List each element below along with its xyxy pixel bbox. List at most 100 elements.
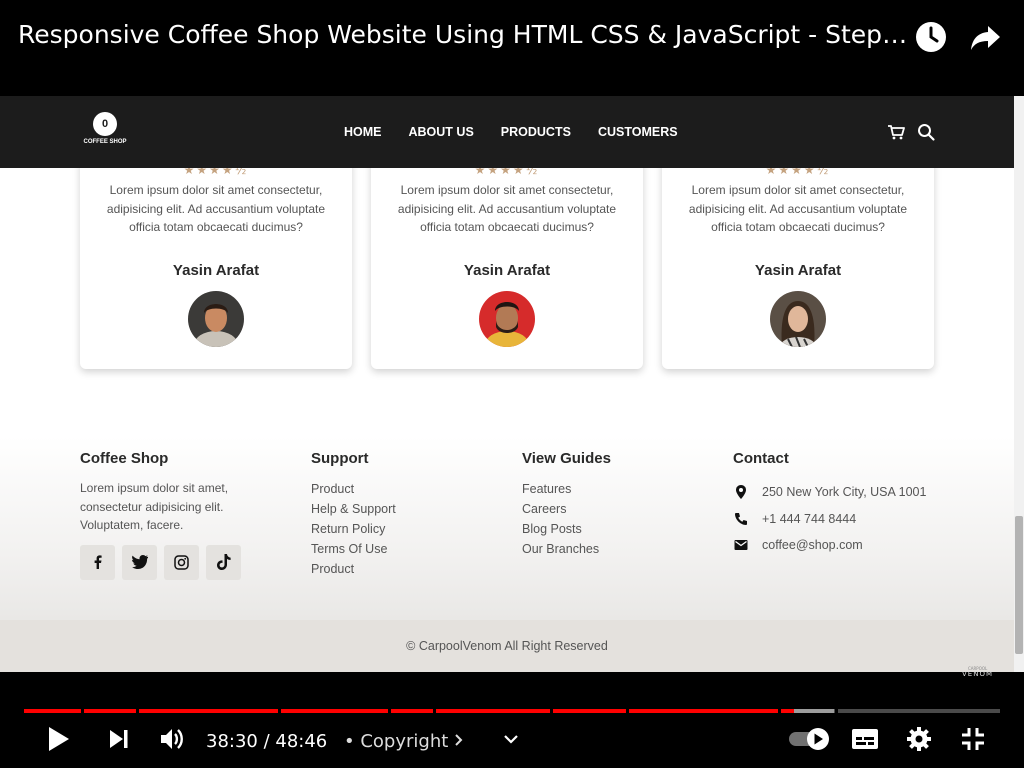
footer-brand-desc: Lorem ipsum dolor sit amet, consectetur … bbox=[80, 481, 229, 532]
progress-played bbox=[24, 709, 795, 713]
social-links bbox=[80, 544, 280, 580]
footer-link-product[interactable]: Product bbox=[311, 479, 491, 499]
chapter-marker bbox=[550, 709, 553, 713]
nav-about-us[interactable]: ABOUT US bbox=[409, 125, 474, 139]
footer-contact-column: Contact 250 New York City, USA 1001 +1 4… bbox=[733, 450, 973, 559]
logo-text: COFFEE SHOP bbox=[83, 139, 127, 145]
footer-link-careers[interactable]: Careers bbox=[522, 499, 702, 519]
footer-guides-column: View Guides Features Careers Blog Posts … bbox=[522, 450, 702, 559]
share-arrow-icon[interactable] bbox=[968, 20, 1002, 54]
chevron-right-icon bbox=[454, 732, 464, 751]
footer-link-product-2[interactable]: Product bbox=[311, 559, 491, 579]
footer-link-return-policy[interactable]: Return Policy bbox=[311, 519, 491, 539]
play-icon bbox=[44, 725, 72, 757]
chevron-down-icon bbox=[502, 730, 520, 752]
subtitles-button[interactable] bbox=[851, 725, 879, 757]
chapter-marker bbox=[136, 709, 139, 713]
autoplay-toggle[interactable] bbox=[788, 725, 832, 757]
copyright-text: © CarpoolVenom All Right Reserved bbox=[406, 639, 608, 653]
footer-link-help-support[interactable]: Help & Support bbox=[311, 499, 491, 519]
chapter-marker bbox=[835, 709, 838, 713]
exit-fullscreen-button[interactable] bbox=[960, 725, 986, 757]
video-title[interactable]: Responsive Coffee Shop Website Using HTM… bbox=[18, 20, 908, 49]
settings-button[interactable] bbox=[906, 725, 932, 757]
nav-customers[interactable]: CUSTOMERS bbox=[598, 125, 678, 139]
next-icon bbox=[106, 726, 132, 756]
video-frame[interactable]: 0 COFFEE SHOP HOME ABOUT US PRODUCTS CUS… bbox=[0, 96, 1014, 672]
autoplay-toggle-icon bbox=[788, 727, 832, 755]
search-icon[interactable] bbox=[916, 122, 936, 142]
chapter-marker bbox=[778, 709, 781, 713]
mail-icon bbox=[733, 537, 749, 553]
review-text: Lorem ipsum dolor sit amet consectetur, … bbox=[106, 183, 326, 234]
time-text: 38:30 / 48:46 bbox=[206, 730, 328, 752]
contact-address: 250 New York City, USA 1001 bbox=[733, 479, 973, 506]
scrollbar-thumb[interactable] bbox=[1015, 516, 1023, 654]
footer-support-heading: Support bbox=[311, 450, 369, 467]
review-card: ★★★★½ Lorem ipsum dolor sit amet consect… bbox=[662, 156, 934, 369]
copyright-bar: © CarpoolVenom All Right Reserved bbox=[0, 620, 1014, 672]
logo-glyph: 0 bbox=[101, 118, 109, 130]
video-player: Responsive Coffee Shop Website Using HTM… bbox=[0, 0, 1024, 768]
volume-icon bbox=[158, 725, 186, 757]
progress-bar[interactable] bbox=[24, 709, 1000, 713]
footer-link-our-branches[interactable]: Our Branches bbox=[522, 539, 702, 559]
contact-phone-text[interactable]: +1 444 744 8444 bbox=[762, 512, 856, 526]
review-text: Lorem ipsum dolor sit amet consectetur, … bbox=[688, 183, 908, 234]
instagram-icon[interactable] bbox=[164, 544, 199, 580]
page-scrollbar[interactable] bbox=[1014, 96, 1024, 672]
clock-icon[interactable] bbox=[914, 20, 948, 54]
facebook-icon[interactable] bbox=[80, 544, 115, 580]
chapter-marker bbox=[388, 709, 391, 713]
tiktok-icon[interactable] bbox=[206, 544, 241, 580]
reviewer-name: Yasin Arafat bbox=[754, 262, 842, 279]
site-footer: Coffee Shop Lorem ipsum dolor sit amet, … bbox=[0, 436, 1014, 620]
twitter-icon[interactable] bbox=[122, 544, 157, 580]
avatar bbox=[188, 291, 244, 347]
reviewer-name: Yasin Arafat bbox=[463, 262, 551, 279]
contact-address-text: 250 New York City, USA 1001 bbox=[762, 485, 927, 500]
avatar bbox=[770, 291, 826, 347]
footer-support-column: Support Product Help & Support Return Po… bbox=[311, 450, 491, 579]
location-pin-icon bbox=[733, 484, 749, 500]
next-button[interactable] bbox=[106, 725, 132, 757]
subtitles-icon bbox=[851, 727, 879, 755]
footer-brand-column: Coffee Shop Lorem ipsum dolor sit amet, … bbox=[80, 450, 280, 580]
cart-icon[interactable] bbox=[886, 122, 906, 142]
player-top-bar: Responsive Coffee Shop Website Using HTM… bbox=[0, 0, 1024, 96]
site-logo[interactable]: 0 COFFEE SHOP bbox=[80, 112, 128, 152]
chapters-dropdown[interactable] bbox=[502, 725, 520, 757]
reviewer-name: Yasin Arafat bbox=[172, 262, 260, 279]
avatar bbox=[479, 291, 535, 347]
nav-icons bbox=[886, 122, 936, 142]
contact-phone: +1 444 744 8444 bbox=[733, 506, 973, 533]
footer-link-blog-posts[interactable]: Blog Posts bbox=[522, 519, 702, 539]
settings-gear-icon bbox=[906, 726, 932, 756]
footer-brand-heading: Coffee Shop bbox=[80, 450, 169, 467]
chapter-marker bbox=[626, 709, 629, 713]
chapter-marker bbox=[278, 709, 281, 713]
play-button[interactable] bbox=[44, 725, 72, 757]
site-navbar: 0 COFFEE SHOP HOME ABOUT US PRODUCTS CUS… bbox=[0, 96, 1014, 168]
review-card: ★★★★½ Lorem ipsum dolor sit amet consect… bbox=[371, 156, 643, 369]
nav-links: HOME ABOUT US PRODUCTS CUSTOMERS bbox=[344, 125, 705, 139]
footer-link-features[interactable]: Features bbox=[522, 479, 702, 499]
time-display: 38:30 / 48:46 bbox=[206, 725, 327, 757]
contact-email-text[interactable]: coffee@shop.com bbox=[762, 538, 863, 552]
footer-guides-heading: View Guides bbox=[522, 450, 611, 467]
nav-home[interactable]: HOME bbox=[344, 125, 382, 139]
volume-button[interactable] bbox=[158, 725, 186, 757]
footer-link-terms[interactable]: Terms Of Use bbox=[311, 539, 491, 559]
phone-icon bbox=[733, 511, 749, 527]
footer-contact-heading: Contact bbox=[733, 450, 789, 467]
exit-fullscreen-icon bbox=[960, 726, 986, 756]
coffee-logo-icon: 0 bbox=[93, 112, 117, 136]
chapter-marker bbox=[81, 709, 84, 713]
channel-watermark[interactable]: VENOM bbox=[962, 670, 993, 678]
contact-email: coffee@shop.com bbox=[733, 532, 973, 559]
chapter-button[interactable]: • Copyright bbox=[344, 725, 464, 757]
review-text: Lorem ipsum dolor sit amet consectetur, … bbox=[397, 183, 617, 234]
review-card: ★★★★½ Lorem ipsum dolor sit amet consect… bbox=[80, 156, 352, 369]
chapter-marker bbox=[433, 709, 436, 713]
nav-products[interactable]: PRODUCTS bbox=[501, 125, 571, 139]
